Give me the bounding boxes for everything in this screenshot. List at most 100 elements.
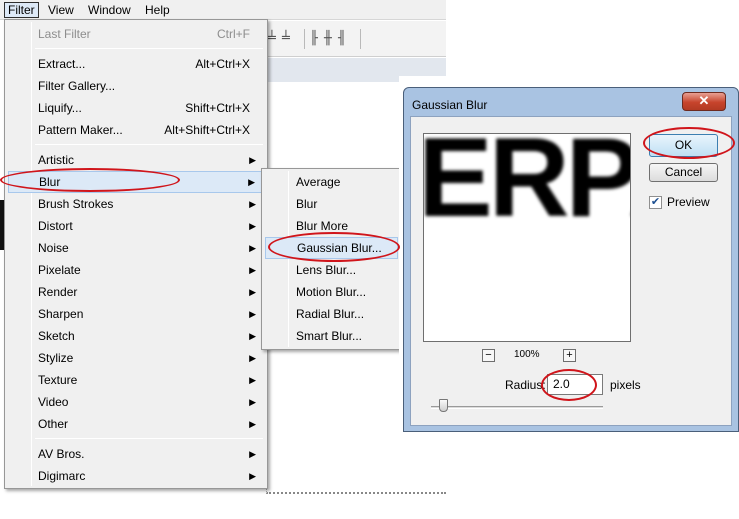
- menu-item-other[interactable]: Other ▶: [8, 413, 264, 435]
- toolbar-divider: [304, 29, 305, 49]
- menu-item-brush-strokes[interactable]: Brush Strokes ▶: [8, 193, 264, 215]
- menu-separator: [35, 438, 263, 439]
- submenu-arrow-icon: ▶: [249, 331, 256, 341]
- submenu-arrow-icon: ▶: [249, 397, 256, 407]
- menu-item-label: Video: [38, 395, 69, 409]
- options-toolbar: ╧ ╧ ╟ ╫ ╢: [266, 21, 446, 57]
- menu-item-label: Artistic: [38, 153, 74, 167]
- menu-item-texture[interactable]: Texture ▶: [8, 369, 264, 391]
- distribute-left-icon[interactable]: ╟: [310, 31, 318, 47]
- distribute-right-icon[interactable]: ╢: [338, 31, 346, 47]
- plus-icon: +: [566, 349, 573, 361]
- menu-item-label: Distort: [38, 219, 73, 233]
- checkmark-icon: ✔: [650, 196, 661, 208]
- menu-item-shortcut: Shift+Ctrl+X: [185, 101, 250, 115]
- menu-item-noise[interactable]: Noise ▶: [8, 237, 264, 259]
- menu-item-video[interactable]: Video ▶: [8, 391, 264, 413]
- menu-item-liquify[interactable]: Liquify... Shift+Ctrl+X: [8, 97, 264, 119]
- menu-item-shortcut: Alt+Ctrl+X: [195, 57, 250, 71]
- menu-item-label: Sharpen: [38, 307, 84, 321]
- filter-menu: Last Filter Ctrl+F Extract... Alt+Ctrl+X…: [4, 19, 268, 489]
- menu-item-shortcut: Ctrl+F: [217, 27, 250, 41]
- cancel-button[interactable]: Cancel: [649, 163, 718, 182]
- preview-image-text: ERPA: [423, 133, 630, 240]
- menu-bar: Filter View Window Help: [0, 0, 446, 20]
- submenu-item-blur[interactable]: Blur: [265, 193, 398, 215]
- menu-item-sharpen[interactable]: Sharpen ▶: [8, 303, 264, 325]
- menu-item-label: Pixelate: [38, 263, 81, 277]
- submenu-arrow-icon: ▶: [249, 243, 256, 253]
- menu-item-label: Other: [38, 417, 69, 431]
- submenu-arrow-icon: ▶: [249, 155, 256, 165]
- radius-slider-track[interactable]: [431, 406, 603, 409]
- menu-view[interactable]: View: [45, 2, 77, 18]
- submenu-arrow-icon: ▶: [249, 221, 256, 231]
- dialog-title: Gaussian Blur: [412, 98, 488, 112]
- menu-item-label: Filter Gallery...: [38, 79, 116, 93]
- submenu-arrow-icon: ▶: [249, 353, 256, 363]
- toolbar-divider: [360, 29, 361, 49]
- menu-item-pattern-maker[interactable]: Pattern Maker... Alt+Shift+Ctrl+X: [8, 119, 264, 141]
- menu-item-label: Noise: [38, 241, 69, 255]
- menu-item-digimarc[interactable]: Digimarc ▶: [8, 465, 264, 487]
- menu-help[interactable]: Help: [142, 2, 173, 18]
- menu-window[interactable]: Window: [85, 2, 134, 18]
- menu-item-label: AV Bros.: [38, 447, 85, 461]
- menu-item-extract[interactable]: Extract... Alt+Ctrl+X: [8, 53, 264, 75]
- submenu-arrow-icon: ▶: [249, 375, 256, 385]
- preview-checkbox[interactable]: ✔: [649, 196, 662, 209]
- submenu-item-smart-blur[interactable]: Smart Blur...: [265, 325, 398, 347]
- annotation-circle-ok: [643, 127, 735, 159]
- submenu-arrow-icon: ▶: [248, 177, 255, 187]
- distribute-center-icon[interactable]: ╫: [324, 31, 332, 47]
- submenu-arrow-icon: ▶: [249, 199, 256, 209]
- annotation-circle-blur: [0, 168, 180, 192]
- submenu-arrow-icon: ▶: [249, 419, 256, 429]
- menu-item-pixelate[interactable]: Pixelate ▶: [8, 259, 264, 281]
- menu-item-shortcut: Alt+Shift+Ctrl+X: [164, 123, 250, 137]
- menu-item-last-filter: Last Filter Ctrl+F: [8, 23, 264, 45]
- menu-separator: [35, 144, 263, 145]
- menu-item-stylize[interactable]: Stylize ▶: [8, 347, 264, 369]
- close-icon: ✕: [698, 93, 710, 108]
- menu-separator: [35, 48, 263, 49]
- menu-item-label: Stylize: [38, 351, 74, 365]
- submenu-arrow-icon: ▶: [249, 471, 256, 481]
- annotation-circle-radius: [541, 369, 597, 401]
- menu-item-distort[interactable]: Distort ▶: [8, 215, 264, 237]
- zoom-in-button[interactable]: +: [563, 349, 576, 362]
- menu-item-label: Extract...: [38, 57, 86, 71]
- menu-item-label: Sketch: [38, 329, 75, 343]
- menu-item-sketch[interactable]: Sketch ▶: [8, 325, 264, 347]
- menu-item-label: Texture: [38, 373, 78, 387]
- menu-item-artistic[interactable]: Artistic ▶: [8, 149, 264, 171]
- menu-item-render[interactable]: Render ▶: [8, 281, 264, 303]
- minus-icon: −: [485, 349, 492, 361]
- annotation-circle-gaussian-blur: [268, 232, 400, 262]
- radius-slider-thumb[interactable]: [438, 399, 448, 412]
- submenu-arrow-icon: ▶: [249, 265, 256, 275]
- submenu-item-average[interactable]: Average: [265, 171, 398, 193]
- menu-item-filter-gallery[interactable]: Filter Gallery...: [8, 75, 264, 97]
- menu-filter[interactable]: Filter: [4, 2, 39, 18]
- submenu-item-lens-blur[interactable]: Lens Blur...: [265, 259, 398, 281]
- zoom-out-button[interactable]: −: [482, 349, 495, 362]
- menu-item-av-bros[interactable]: AV Bros. ▶: [8, 443, 264, 465]
- submenu-arrow-icon: ▶: [249, 287, 256, 297]
- preview-checkbox-label: Preview: [667, 195, 710, 209]
- submenu-item-motion-blur[interactable]: Motion Blur...: [265, 281, 398, 303]
- menu-item-label: Last Filter: [38, 27, 91, 41]
- blur-preview-window[interactable]: ERPA: [423, 133, 631, 342]
- zoom-level: 100%: [514, 349, 540, 360]
- menu-item-label: Liquify...: [38, 101, 82, 115]
- submenu-item-radial-blur[interactable]: Radial Blur...: [265, 303, 398, 325]
- radius-label: Radius:: [505, 378, 546, 392]
- close-button[interactable]: ✕: [682, 92, 726, 111]
- menu-item-label: Brush Strokes: [38, 197, 114, 211]
- align-top-icon[interactable]: ╧: [268, 31, 276, 47]
- radius-unit-label: pixels: [610, 378, 641, 392]
- align-bottom-icon[interactable]: ╧: [282, 31, 290, 47]
- menu-item-label: Digimarc: [38, 469, 86, 483]
- submenu-arrow-icon: ▶: [249, 309, 256, 319]
- menu-item-label: Pattern Maker...: [38, 123, 123, 137]
